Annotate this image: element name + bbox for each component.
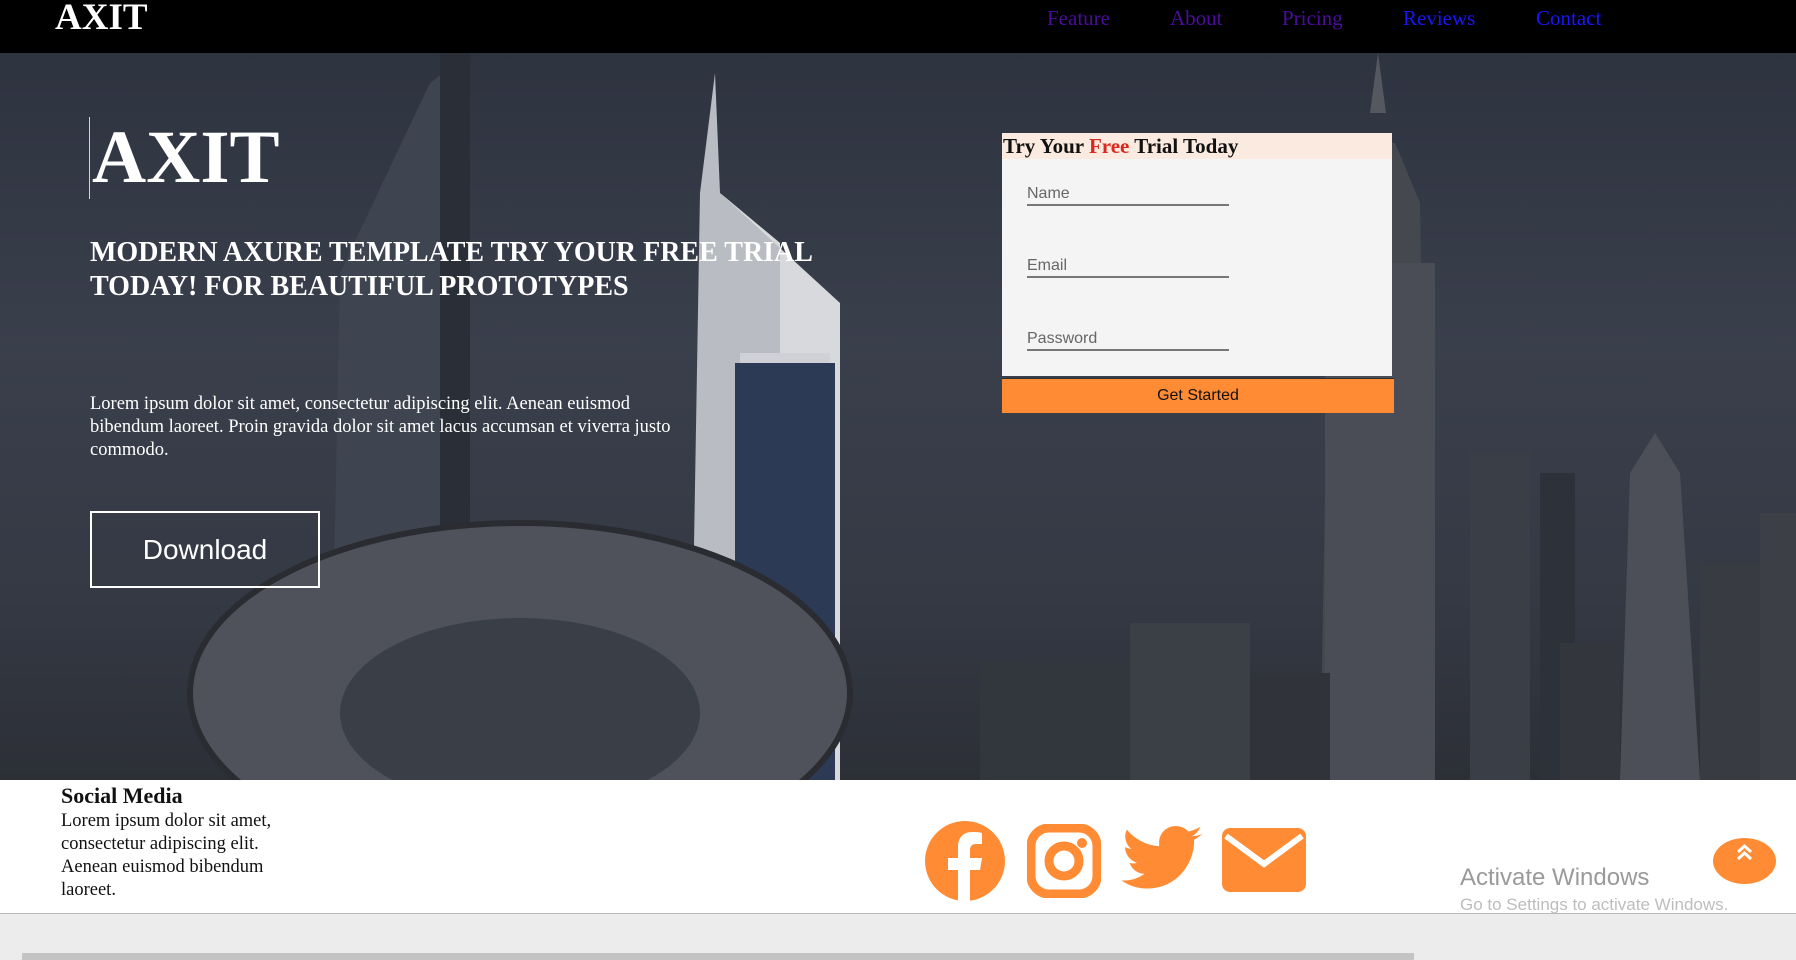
top-navbar: AXIT Feature About Pricing Reviews Conta… xyxy=(0,0,1796,53)
hero-section: AXIT MODERN AXURE TEMPLATE TRY YOUR FREE… xyxy=(0,53,1796,780)
double-chevron-up-icon xyxy=(1736,843,1753,861)
facebook-icon[interactable] xyxy=(924,820,1006,902)
trial-title-suffix: Trial Today xyxy=(1129,134,1239,158)
social-media-heading: Social Media xyxy=(61,783,183,808)
hero-description: Lorem ipsum dolor sit amet, consectetur … xyxy=(90,394,671,460)
scroll-to-top-button[interactable] xyxy=(1713,838,1776,884)
trial-title-free: Free xyxy=(1088,134,1130,158)
download-button[interactable]: Download xyxy=(90,511,320,588)
nav-link-about[interactable]: About xyxy=(1170,0,1223,36)
trial-form-title: Try Your Free Trial Today xyxy=(1002,133,1392,159)
hero-title: AXIT xyxy=(89,117,280,199)
trial-form-card: Try Your Free Trial Today Name Email Pas… xyxy=(1002,133,1392,376)
windows-activation-watermark: Activate Windows Go to Settings to activ… xyxy=(1460,864,1728,918)
activate-windows-subtitle: Go to Settings to activate Windows. xyxy=(1460,895,1729,914)
twitter-icon[interactable] xyxy=(1120,826,1204,896)
instagram-icon[interactable] xyxy=(1027,824,1101,898)
nav-link-contact[interactable]: Contact xyxy=(1536,0,1601,36)
password-input[interactable]: Password xyxy=(1027,329,1229,351)
nav-link-pricing[interactable]: Pricing xyxy=(1282,0,1343,36)
horizontal-scrollbar[interactable] xyxy=(22,953,1414,960)
site-logo[interactable]: AXIT xyxy=(55,0,148,36)
nav-link-feature[interactable]: Feature xyxy=(1047,0,1110,36)
social-media-text: Lorem ipsum dolor sit amet, consectetur … xyxy=(61,811,272,900)
mail-icon[interactable] xyxy=(1222,828,1306,892)
nav-link-reviews[interactable]: Reviews xyxy=(1403,0,1475,36)
email-input[interactable]: Email xyxy=(1027,256,1229,278)
activate-windows-title: Activate Windows xyxy=(1460,864,1650,891)
name-input[interactable]: Name xyxy=(1027,184,1229,206)
get-started-button[interactable]: Get Started xyxy=(1002,378,1394,413)
trial-title-prefix: Try Your xyxy=(1003,134,1089,158)
hero-subtitle: MODERN AXURE TEMPLATE TRY YOUR FREE TRIA… xyxy=(90,237,812,302)
